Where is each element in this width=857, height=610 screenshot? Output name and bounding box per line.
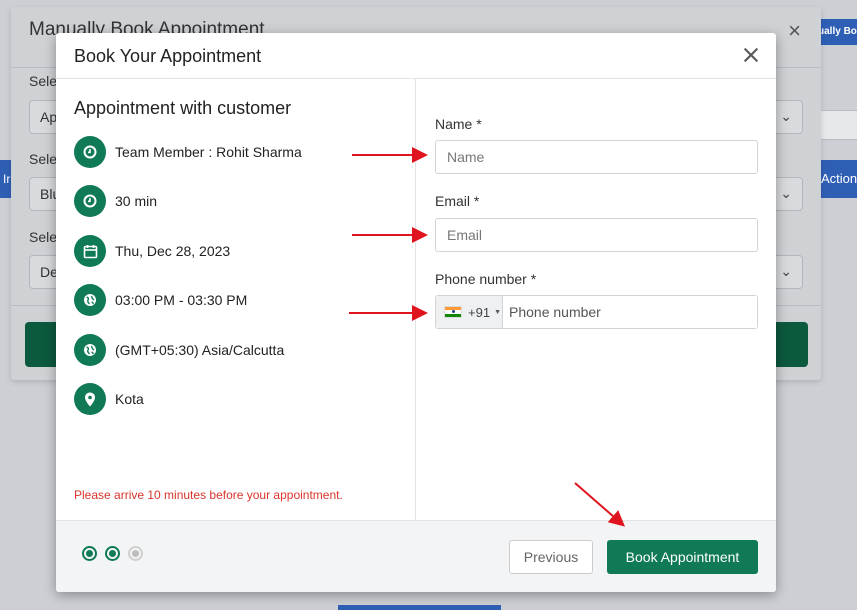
step-dot-current xyxy=(105,546,120,561)
location-pin-icon xyxy=(74,383,106,415)
background-select[interactable] xyxy=(819,110,857,140)
chevron-down-icon: ⌄ xyxy=(780,263,792,279)
clock-icon xyxy=(74,136,106,168)
select-label: Sele xyxy=(29,73,58,89)
timezone-text: (GMT+05:30) Asia/Calcutta xyxy=(115,342,285,358)
time-text: 03:00 PM - 03:30 PM xyxy=(115,292,248,308)
close-icon[interactable]: × xyxy=(788,18,801,44)
name-label: Name * xyxy=(435,116,482,132)
phone-input[interactable] xyxy=(503,296,757,328)
select-label: Sele xyxy=(29,229,58,245)
modal-title: Book Your Appointment xyxy=(74,46,262,66)
phone-field: +91 ▼ xyxy=(435,295,758,329)
name-input[interactable] xyxy=(435,140,758,174)
duration-text: 30 min xyxy=(115,193,158,209)
calendar-icon xyxy=(74,235,106,267)
globe-icon xyxy=(74,334,106,366)
date-row: Thu, Dec 28, 2023 xyxy=(74,235,230,267)
globe-icon xyxy=(74,284,106,316)
email-label: Email * xyxy=(435,193,480,209)
book-appointment-modal: Book Your Appointment Appointment with c… xyxy=(56,33,776,592)
country-code-selector[interactable]: +91 ▼ xyxy=(436,296,503,328)
date-text: Thu, Dec 28, 2023 xyxy=(115,243,231,259)
select-label: Sele xyxy=(29,151,58,167)
background-action-button[interactable]: Action xyxy=(819,160,857,198)
book-appointment-button[interactable]: Book Appointment xyxy=(607,540,758,574)
india-flag-icon xyxy=(444,306,462,318)
team-member-text: Team Member : Rohit Sharma xyxy=(115,144,302,160)
location-text: Kota xyxy=(115,391,144,407)
manually-book-button[interactable]: ually Bo xyxy=(815,19,857,45)
close-icon[interactable] xyxy=(740,44,762,66)
modal-header: Book Your Appointment xyxy=(56,33,776,79)
customer-form: Name * Email * Phone number * +91 ▼ xyxy=(417,79,776,520)
arrival-notice: Please arrive 10 minutes before your app… xyxy=(74,488,343,502)
country-code: +91 xyxy=(468,304,491,320)
summary-heading: Appointment with customer xyxy=(74,98,292,118)
step-dot-pending xyxy=(128,546,143,561)
team-member-row: Team Member : Rohit Sharma xyxy=(74,136,302,168)
time-row: 03:00 PM - 03:30 PM xyxy=(74,284,247,316)
phone-label: Phone number * xyxy=(435,271,537,287)
modal-footer: Previous Book Appointment xyxy=(56,520,776,592)
email-input[interactable] xyxy=(435,218,758,252)
duration-row: 30 min xyxy=(74,185,157,217)
step-indicator xyxy=(82,546,143,561)
background-bottom-button[interactable] xyxy=(338,605,501,610)
step-dot-completed xyxy=(82,546,97,561)
location-row: Kota xyxy=(74,383,144,415)
timezone-row: (GMT+05:30) Asia/Calcutta xyxy=(74,334,284,366)
chevron-down-icon: ⌄ xyxy=(780,108,792,124)
select-value: Ap xyxy=(40,109,58,125)
chevron-down-icon: ⌄ xyxy=(780,185,792,201)
clock-icon xyxy=(74,185,106,217)
previous-button[interactable]: Previous xyxy=(509,540,593,574)
caret-down-icon: ▼ xyxy=(494,308,501,316)
appointment-summary: Appointment with customer Team Member : … xyxy=(56,79,416,520)
